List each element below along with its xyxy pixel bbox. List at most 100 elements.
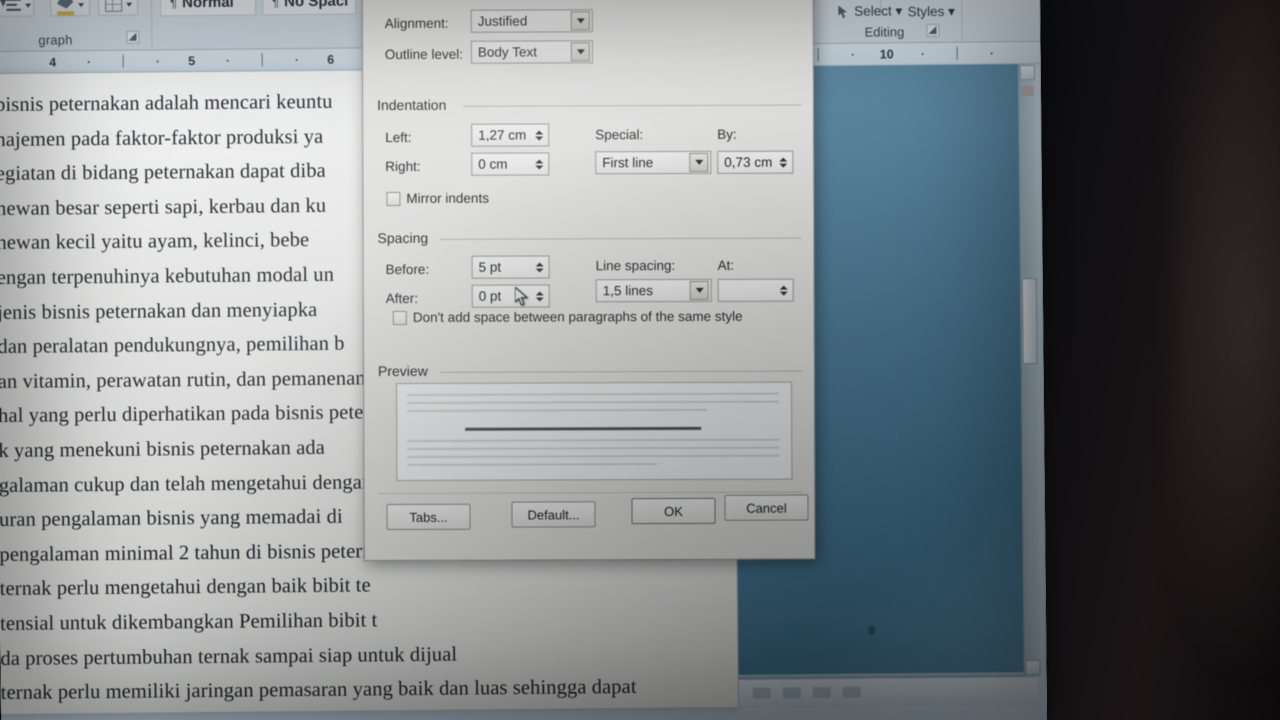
preview-greeked-line	[407, 463, 658, 466]
shading-button[interactable]	[50, 0, 91, 17]
status-chip	[812, 687, 831, 699]
left-indent-value: 1,27 cm	[478, 127, 527, 143]
special-combobox[interactable]: First line	[595, 150, 712, 175]
stepper-down-icon[interactable]	[535, 267, 544, 272]
ruler-tick	[990, 52, 993, 55]
stepper-up-icon[interactable]	[534, 158, 543, 163]
document-text-line: tensial untuk dikembangkan Pemilihan bib…	[0, 609, 378, 635]
chevron-down-icon	[25, 3, 32, 8]
spacing-before-stepper[interactable]	[532, 257, 547, 276]
outline-level-label: Outline level:	[385, 47, 463, 62]
alignment-combobox[interactable]: Justified	[470, 9, 593, 33]
outline-level-dropdown-button[interactable]	[570, 42, 590, 62]
ok-button[interactable]: OK	[631, 497, 716, 525]
alignment-dropdown-button[interactable]	[570, 11, 590, 31]
right-indent-label: Right:	[385, 158, 421, 175]
right-indent-stepper[interactable]	[531, 154, 546, 173]
preview-greeked-line	[407, 400, 780, 404]
screen-dust-speck	[868, 625, 876, 635]
status-chip	[782, 687, 801, 699]
scrollbar-thumb[interactable]	[1021, 278, 1038, 365]
left-indent-stepper[interactable]	[531, 125, 546, 144]
paragraph-dialog-launcher[interactable]	[126, 30, 140, 44]
mouse-cursor	[514, 286, 529, 306]
preview-greeked-line	[407, 408, 708, 412]
alignment-value: Justified	[477, 13, 528, 29]
ribbon-group-paragraph: graph	[0, 0, 153, 51]
word-application-window: graph ¶ Normal ¶ No Spaci hasis Change S…	[0, 0, 1048, 720]
mirror-indents-checkbox-row[interactable]: Mirror indents	[386, 191, 489, 206]
stepper-up-icon[interactable]	[778, 157, 787, 162]
line-spacing-button[interactable]	[0, 0, 35, 17]
spacing-before-spinner[interactable]: 5 pt	[471, 255, 550, 279]
preview-greeked-line	[407, 454, 780, 458]
line-spacing-value: 1,5 lines	[602, 283, 654, 299]
scrollbar-marker	[1020, 86, 1035, 97]
ruler-number: 10	[879, 46, 894, 62]
dont-add-space-checkbox-row[interactable]: Don't add space between paragraphs of th…	[392, 308, 743, 325]
at-label: At:	[717, 257, 735, 273]
dont-add-space-label: Don't add space between paragraphs of th…	[412, 308, 743, 325]
cancel-button[interactable]: Cancel	[724, 494, 809, 521]
stepper-down-icon[interactable]	[534, 164, 543, 169]
section-title-indentation: Indentation	[377, 96, 447, 114]
style-chip-no-spacing[interactable]: ¶ No Spaci	[261, 0, 357, 16]
preview-selected-line	[465, 426, 702, 431]
ruler-number: 6	[327, 52, 335, 67]
spacing-after-spinner[interactable]: 0 pt	[471, 284, 550, 308]
preview-greeked-line	[407, 438, 780, 442]
stepper-down-icon[interactable]	[779, 291, 788, 296]
at-stepper[interactable]	[776, 281, 791, 300]
document-text-line: da proses pertumbuhan ternak sampai siap…	[0, 643, 458, 670]
special-dropdown-button[interactable]	[689, 152, 709, 172]
right-indent-spinner[interactable]: 0 cm	[471, 152, 550, 176]
stepper-up-icon[interactable]	[779, 285, 788, 290]
style-chip-normal[interactable]: ¶ Normal	[160, 0, 257, 17]
chevron-down-icon	[576, 18, 585, 24]
editing-group-label: Editing	[864, 24, 905, 40]
outline-level-combobox[interactable]: Body Text	[470, 40, 593, 64]
dont-add-space-checkbox[interactable]	[392, 310, 407, 325]
status-chip	[752, 687, 771, 699]
line-spacing-combobox[interactable]: 1,5 lines	[595, 278, 712, 303]
outline-level-value: Body Text	[477, 44, 537, 60]
left-indent-spinner[interactable]: 1,27 cm	[471, 123, 550, 147]
default-button[interactable]: Default...	[511, 501, 596, 528]
line-spacing-dropdown-button[interactable]	[689, 280, 709, 300]
style-chip-label: Normal	[182, 0, 234, 12]
paragraph-dialog[interactable]: Indents and Spacing Line and Page Breaks…	[361, 0, 816, 562]
select-button[interactable]: Select ▾	[838, 3, 902, 20]
document-text-line: ternak perlu memiliki jaringan pemasaran…	[0, 676, 637, 705]
borders-button[interactable]	[98, 0, 139, 17]
scroll-up-button[interactable]	[1019, 65, 1035, 81]
mirror-indents-checkbox[interactable]	[386, 191, 401, 206]
stepper-down-icon[interactable]	[535, 296, 544, 301]
stepper-down-icon[interactable]	[534, 135, 543, 140]
chevron-down-icon	[695, 287, 704, 293]
stepper-up-icon[interactable]	[534, 129, 543, 134]
chevron-down-icon	[576, 49, 585, 55]
ruler-tick	[122, 54, 124, 68]
by-spinner[interactable]: 0,73 cm	[717, 150, 794, 174]
spacing-after-stepper[interactable]	[532, 286, 547, 305]
outline-level-text: Outline level:	[384, 46, 463, 63]
room-light-blob	[1175, 0, 1280, 700]
room-background	[1010, 0, 1280, 720]
at-spinner[interactable]	[717, 278, 794, 302]
ruler-tick	[956, 46, 958, 60]
tabs-button[interactable]: Tabs...	[386, 503, 471, 531]
borders-icon	[104, 0, 122, 12]
chevron-down-icon	[77, 2, 84, 7]
by-stepper[interactable]	[775, 153, 790, 172]
special-label: Special:	[595, 127, 644, 143]
paint-bucket-icon	[57, 0, 74, 15]
left-indent-label: Left:	[385, 129, 412, 146]
section-divider	[440, 370, 803, 373]
stepper-down-icon[interactable]	[778, 163, 787, 168]
ruler-tick	[87, 61, 90, 64]
scroll-down-button[interactable]	[1025, 659, 1041, 676]
stepper-up-icon[interactable]	[535, 261, 544, 266]
stepper-up-icon[interactable]	[535, 290, 544, 295]
pilcrow-icon: ¶	[272, 0, 280, 10]
ruler-tick	[295, 59, 298, 62]
